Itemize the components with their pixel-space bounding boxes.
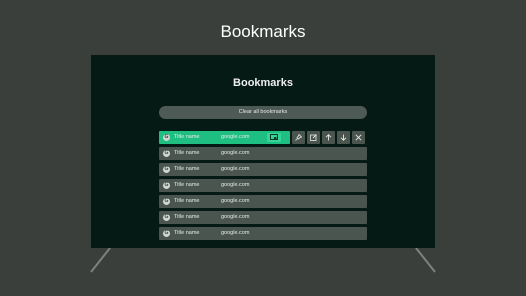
- tv-stand-right: [415, 247, 436, 273]
- bookmark-title: Title name: [174, 182, 200, 188]
- bookmark-url: google.com: [221, 182, 250, 188]
- edit-button[interactable]: [307, 131, 320, 144]
- favicon-icon: G: [163, 182, 170, 189]
- close-icon: [355, 134, 362, 141]
- bookmark-row[interactable]: G Title name google.com: [159, 227, 367, 240]
- bookmark-url: google.com: [221, 230, 250, 236]
- bookmark-list: G Title name google.com G Title name goo…: [159, 131, 367, 248]
- move-down-button[interactable]: [337, 131, 350, 144]
- bookmark-title: Title name: [174, 214, 200, 220]
- favicon-icon: G: [163, 134, 170, 141]
- tv-stand-left: [90, 247, 111, 273]
- favicon-icon: G: [163, 198, 170, 205]
- bookmark-title: Title name: [174, 198, 200, 204]
- pin-icon: [295, 134, 302, 141]
- bookmark-title: Title name: [174, 134, 200, 140]
- bookmark-url: google.com: [221, 150, 250, 156]
- bookmark-row[interactable]: G Title name google.com: [159, 195, 367, 208]
- bookmark-row[interactable]: G Title name google.com: [159, 211, 367, 224]
- bookmark-url: google.com: [221, 214, 250, 220]
- bookmark-title: Title name: [174, 230, 200, 236]
- bookmark-title: Title name: [174, 166, 200, 172]
- bookmark-row[interactable]: G Title name google.com: [159, 163, 367, 176]
- bookmark-url: google.com: [221, 134, 250, 140]
- favicon-icon: G: [163, 150, 170, 157]
- move-up-button[interactable]: [322, 131, 335, 144]
- bookmark-row[interactable]: G Title name google.com: [159, 147, 367, 160]
- pin-button[interactable]: [292, 131, 305, 144]
- screen-title: Bookmarks: [233, 77, 293, 89]
- edit-icon: [310, 134, 317, 141]
- favicon-icon: G: [163, 230, 170, 237]
- tv-screen: Bookmarks Clear all bookmarks G Title na…: [91, 55, 435, 248]
- bookmark-row[interactable]: G Title name google.com: [159, 179, 367, 192]
- bookmark-title: Title name: [174, 150, 200, 156]
- favicon-icon: G: [163, 166, 170, 173]
- favicon-icon: G: [163, 214, 170, 221]
- arrow-up-icon: [325, 134, 332, 141]
- delete-button[interactable]: [352, 131, 365, 144]
- page-title: Bookmarks: [220, 22, 306, 41]
- bookmark-url: google.com: [221, 198, 250, 204]
- arrow-down-icon: [340, 134, 347, 141]
- bookmark-url: google.com: [221, 166, 250, 172]
- clear-all-bookmarks-button[interactable]: Clear all bookmarks: [159, 106, 367, 119]
- open-in-tab-icon[interactable]: [267, 133, 281, 142]
- bookmark-row[interactable]: G Title name google.com: [159, 131, 290, 144]
